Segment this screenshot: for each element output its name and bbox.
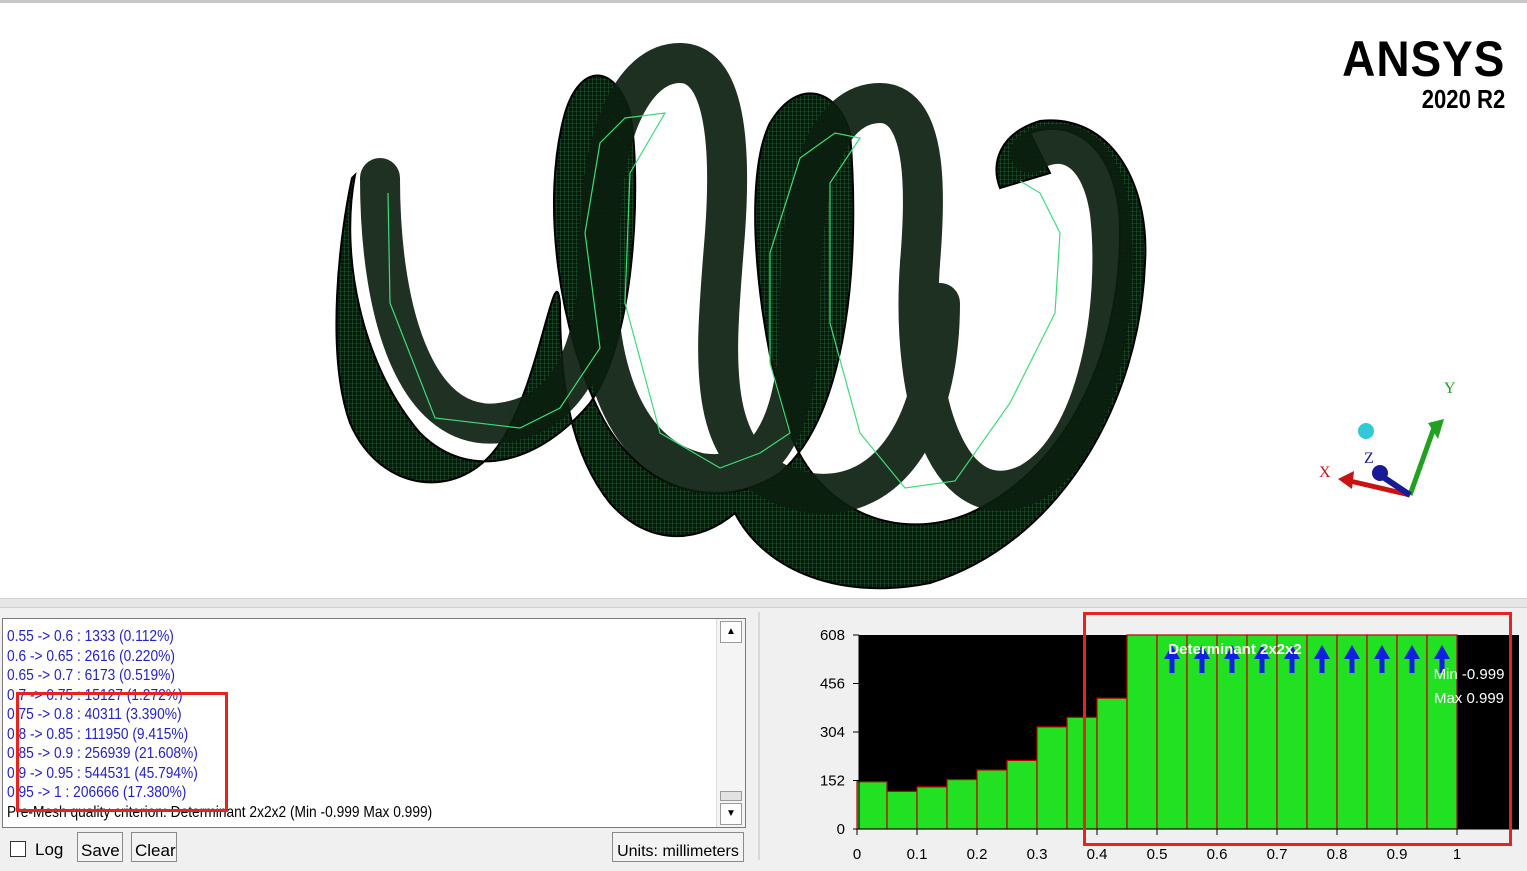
triad-origin-sphere-icon (1358, 423, 1374, 439)
brand-version: 2020 R2 (1421, 84, 1505, 114)
ansys-logo: ANSYS 2020 R2 (1328, 33, 1505, 113)
x-tick-label: 0.6 (1207, 846, 1228, 860)
log-lines: 0.55 -> 0.6 : 1333 (0.112%) 0.6 -> 0.65 … (7, 627, 614, 822)
histogram-bar (1006, 759, 1038, 830)
x-tick-label: 0.8 (1327, 846, 1348, 860)
save-button[interactable]: Save (77, 832, 123, 862)
clear-button[interactable]: Clear (131, 832, 177, 862)
x-tick-label: 0.9 (1387, 846, 1408, 860)
histogram-bar (1036, 726, 1068, 830)
x-tick-label: 0.5 (1147, 846, 1168, 860)
log-line: 0.65 -> 0.7 : 6173 (0.519%) (7, 667, 175, 684)
y-tick-label: 456 (820, 676, 845, 693)
histogram-bar (1096, 697, 1128, 830)
y-tick-label: 152 (820, 773, 845, 790)
y-axis-label: Y (1444, 380, 1456, 397)
x-tick-label: 0 (853, 846, 861, 860)
helical-coil-mesh (335, 42, 1147, 590)
z-axis-label: Z (1364, 450, 1374, 467)
graphics-viewport[interactable]: ANSYS 2020 R2 Y X Z (0, 0, 1527, 598)
x-tick-label: 0.2 (967, 846, 988, 860)
x-tick-label: 1 (1453, 846, 1461, 860)
log-line: 0.7 -> 0.75 : 15127 (1.272%) (7, 686, 183, 704)
x-tick-label: 0.4 (1087, 846, 1108, 860)
histogram-bar (1066, 716, 1098, 830)
log-line: 0.85 -> 0.9 : 256939 (21.608%) (7, 745, 198, 762)
y-tick-label: 0 (837, 821, 845, 838)
log-line: 0.95 -> 1 : 206666 (17.380%) (7, 784, 187, 801)
scroll-up-icon[interactable]: ▲ (720, 621, 742, 643)
scroll-thumb[interactable] (720, 791, 742, 801)
x-tick-label: 0.7 (1267, 846, 1288, 860)
brand-name: ANSYS (1341, 31, 1505, 87)
histogram-bar (886, 790, 918, 830)
log-scrollbar[interactable]: ▲ ▼ (716, 619, 745, 827)
histogram-svg: 608 456 304 152 00 0.1 0.2 0.3 0.4 0.5 0.6 0.7 0.8 0.… (820, 627, 1519, 863)
log-line: 0.9 -> 0.95 : 544531 (45.794%) (7, 764, 198, 782)
x-tick-label: 0.3 (1027, 846, 1048, 860)
log-line: 0.8 -> 0.85 : 111950 (9.415%) (7, 725, 189, 743)
log-line-criterion: Pre-Mesh quality criterion: Determinant … (7, 803, 433, 821)
z-axis-head (1372, 465, 1388, 481)
console-log[interactable]: 0.55 -> 0.6 : 1333 (0.112%) 0.6 -> 0.65 … (2, 618, 746, 828)
chart-min-label: Min -0.999 (1434, 666, 1505, 683)
quality-histogram[interactable]: 608 456 304 152 0 0 0.1 0.2 0.3 0.4 0.5 0.6 0.7 0.8 0.… (762, 610, 1527, 863)
y-axis-arrow (1407, 424, 1438, 496)
y-tick-label: 304 (820, 724, 845, 741)
panel-separator (758, 612, 760, 860)
scroll-down-icon[interactable]: ▼ (720, 803, 742, 825)
x-tick-label: 0.1 (907, 846, 928, 860)
log-line: 0.75 -> 0.8 : 40311 (3.390%) (7, 706, 182, 723)
log-checkbox[interactable] (10, 841, 26, 857)
axes-triad[interactable]: Y X Z (1310, 373, 1470, 523)
console-toolbar: Log Save Clear Units: millimeters (0, 830, 760, 862)
log-line: 0.55 -> 0.6 : 1333 (0.112%) (7, 628, 174, 645)
chart-max-label: Max 0.999 (1434, 690, 1504, 707)
chart-title: Determinant 2x2x2 (1168, 641, 1301, 658)
histogram-bar (916, 786, 948, 830)
histogram-bar (1126, 634, 1158, 830)
panel-splitter[interactable] (0, 598, 1527, 608)
histogram-bar (856, 781, 888, 830)
units-display: Units: millimeters (612, 832, 744, 862)
log-line: 0.6 -> 0.65 : 2616 (0.220%) (7, 647, 175, 665)
y-tick-label: 608 (820, 627, 845, 644)
histogram-bar (976, 769, 1008, 830)
log-checkbox-label: Log (35, 840, 64, 859)
x-axis-label: X (1319, 464, 1331, 481)
histogram-bar (946, 778, 978, 830)
x-axis-head (1338, 471, 1354, 489)
